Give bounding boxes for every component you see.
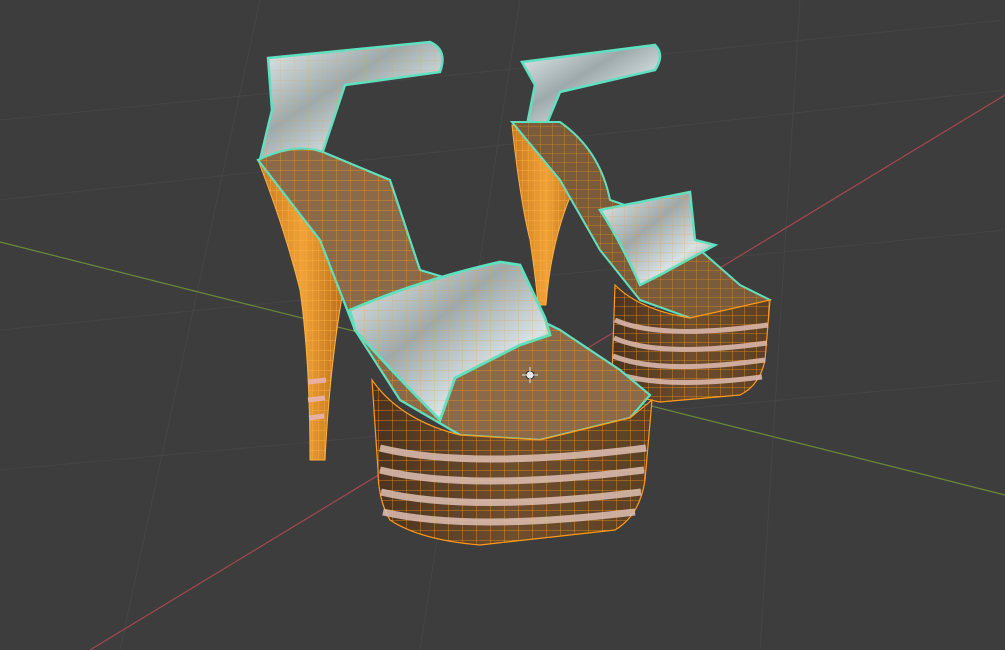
viewport-scene[interactable] bbox=[0, 0, 1005, 650]
3d-viewport[interactable] bbox=[0, 0, 1005, 650]
left-sandal[interactable] bbox=[256, 40, 653, 546]
